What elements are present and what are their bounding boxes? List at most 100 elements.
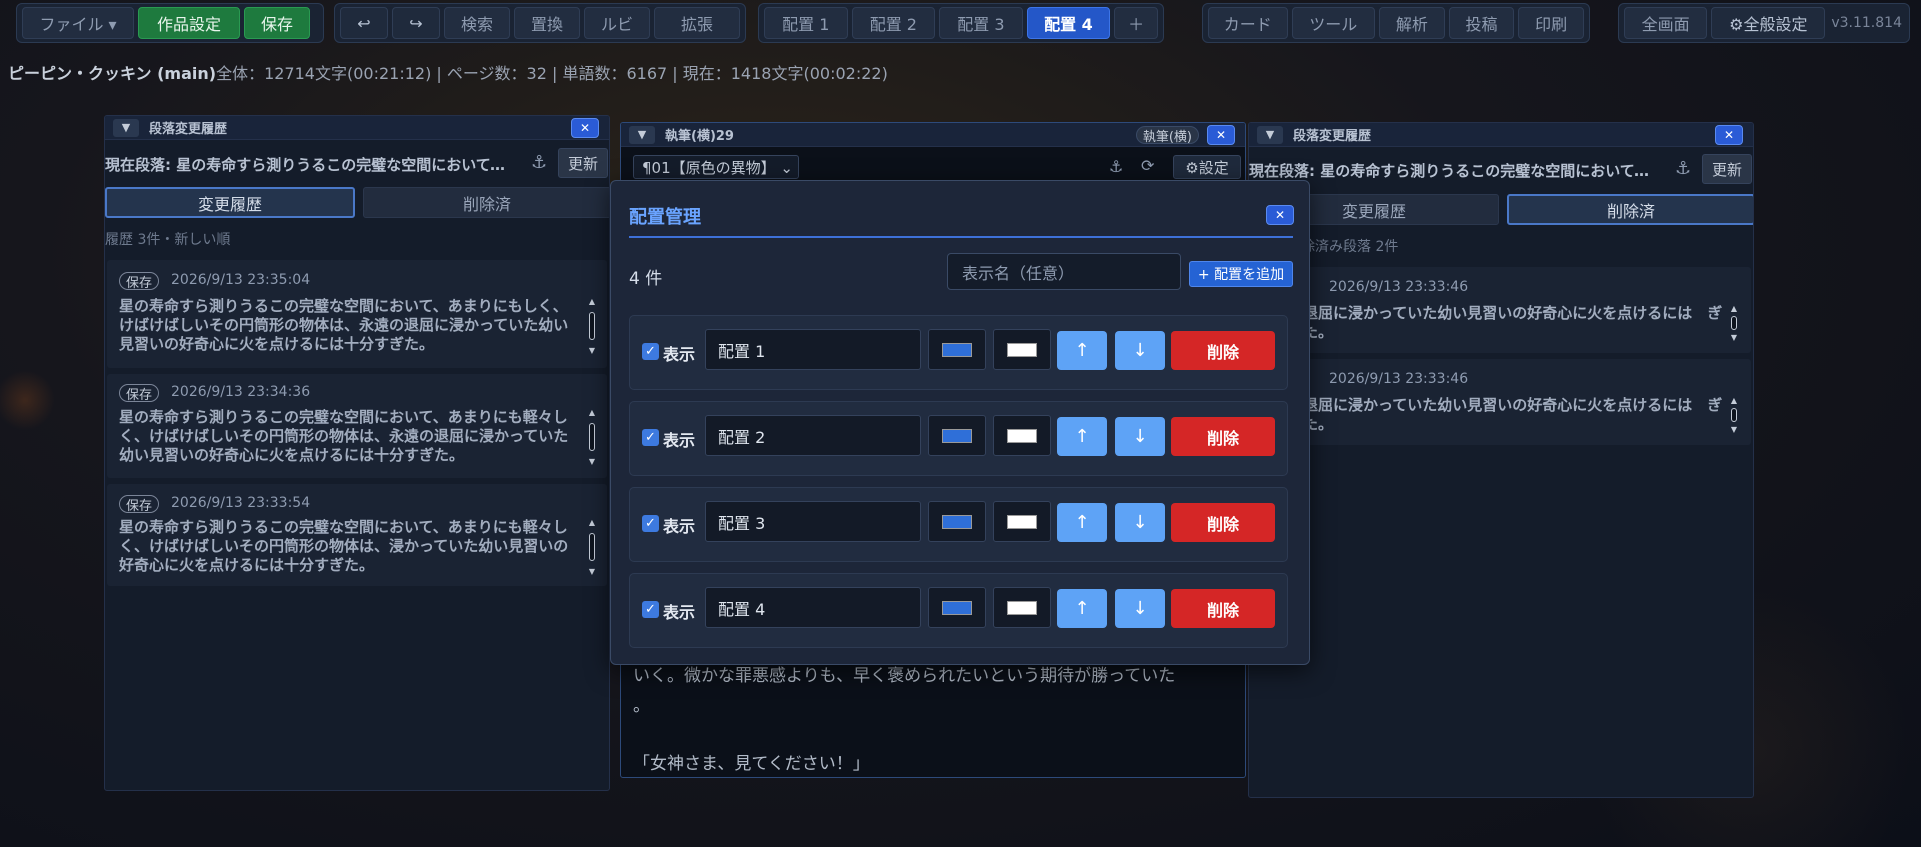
left-panel-header: ▼ 段落変更履歴 ✕ bbox=[105, 116, 609, 140]
status-line: ピーピン・クッキン (main)全体：12714文字(00:21:12) | ペ… bbox=[8, 60, 888, 84]
add-layout-button[interactable]: ＋ bbox=[1114, 7, 1159, 39]
saved-badge: 保存 bbox=[119, 495, 160, 514]
move-down-button[interactable]: ↓ bbox=[1115, 503, 1165, 542]
close-icon[interactable]: ✕ bbox=[571, 118, 599, 138]
collapse-icon[interactable]: ▼ bbox=[113, 118, 139, 137]
color-swatch bbox=[942, 428, 972, 443]
work-settings-button[interactable]: 作品設定 bbox=[138, 7, 240, 39]
print-button[interactable]: 印刷 bbox=[1518, 7, 1584, 39]
delete-button[interactable]: 削除 bbox=[1171, 417, 1275, 456]
layout-row: ✓ 表示 配置 4 ↑ ↓ 削除 bbox=[629, 573, 1288, 648]
text-color-picker[interactable] bbox=[928, 329, 986, 370]
bg-color-picker[interactable] bbox=[993, 415, 1051, 456]
layout-count: 4 件 bbox=[629, 269, 663, 289]
analysis-button[interactable]: 解析 bbox=[1379, 7, 1445, 39]
panel-title: 段落変更履歴 bbox=[1293, 129, 1372, 144]
text-color-picker[interactable] bbox=[928, 587, 986, 628]
text-color-picker[interactable] bbox=[928, 501, 986, 542]
show-checkbox[interactable]: ✓ bbox=[642, 343, 659, 360]
close-icon[interactable]: ✕ bbox=[1266, 205, 1294, 225]
close-icon[interactable]: ✕ bbox=[1207, 125, 1235, 145]
tools-button[interactable]: ツール bbox=[1291, 7, 1376, 39]
color-swatch bbox=[942, 600, 972, 615]
layout-row: ✓ 表示 配置 1 ↑ ↓ 削除 bbox=[629, 315, 1288, 390]
color-swatch bbox=[1007, 342, 1037, 357]
move-up-button[interactable]: ↑ bbox=[1057, 417, 1107, 456]
delete-button[interactable]: 削除 bbox=[1171, 503, 1275, 542]
redo-button[interactable]: ↪ bbox=[392, 7, 440, 39]
add-layout-button[interactable]: + 配置を追加 bbox=[1189, 261, 1293, 287]
deleted-meta: 除済み段落 2件 bbox=[1301, 239, 1399, 255]
anchor-icon[interactable]: ⚓ bbox=[531, 152, 547, 173]
move-down-button[interactable]: ↓ bbox=[1115, 589, 1165, 628]
toolbar-layout-group: 配置 1 配置 2 配置 3 配置 4 ＋ bbox=[758, 3, 1164, 43]
bg-color-picker[interactable] bbox=[993, 501, 1051, 542]
show-label: 表示 bbox=[663, 517, 696, 536]
card-button[interactable]: カード bbox=[1208, 7, 1288, 39]
entry-scrollbar[interactable]: ▲ ▼ bbox=[1728, 304, 1740, 342]
editor-settings-button[interactable]: ⚙設定 bbox=[1173, 155, 1241, 179]
global-settings-button[interactable]: ⚙全般設定 bbox=[1711, 7, 1826, 39]
layout-tab-1[interactable]: 配置 1 bbox=[764, 7, 848, 39]
chapter-select[interactable]: ¶01【原色の異物】 ⌄ bbox=[633, 155, 799, 179]
ruby-button[interactable]: ルビ bbox=[584, 7, 650, 39]
layout-tab-2[interactable]: 配置 2 bbox=[851, 7, 936, 39]
collapse-icon[interactable]: ▼ bbox=[1257, 125, 1283, 144]
display-name-input[interactable]: 表示名（任意） bbox=[947, 253, 1181, 290]
editor-panel-header: ▼ 執筆(横)29 執筆(横) ✕ bbox=[621, 123, 1245, 147]
entry-scrollbar[interactable]: ▲ ▼ bbox=[586, 518, 598, 576]
tab-change-history[interactable]: 変更履歴 bbox=[105, 187, 355, 218]
layout-tab-4[interactable]: 配置 4 bbox=[1026, 7, 1111, 39]
bg-color-picker[interactable] bbox=[993, 329, 1051, 370]
text-color-picker[interactable] bbox=[928, 415, 986, 456]
show-checkbox[interactable]: ✓ bbox=[642, 601, 659, 618]
editor-line[interactable]: 。 bbox=[633, 691, 650, 721]
move-down-button[interactable]: ↓ bbox=[1115, 417, 1165, 456]
mode-badge: 執筆(横) bbox=[1135, 126, 1199, 145]
layout-tab-3[interactable]: 配置 3 bbox=[939, 7, 1023, 39]
move-down-button[interactable]: ↓ bbox=[1115, 331, 1165, 370]
show-checkbox[interactable]: ✓ bbox=[642, 515, 659, 532]
collapse-icon[interactable]: ▼ bbox=[629, 125, 655, 144]
history-meta: 履歴 3件・新しい順 bbox=[105, 232, 231, 248]
layout-name-input[interactable]: 配置 4 bbox=[705, 587, 921, 628]
editor-line[interactable]: いく。微かな罪悪感よりも、早く褒められたいという期待が勝っていた bbox=[633, 661, 1175, 691]
move-up-button[interactable]: ↑ bbox=[1057, 589, 1107, 628]
current-paragraph: 現在段落: 星の寿命すら測りうるこの完璧な空間において、あ… bbox=[1249, 162, 1659, 180]
anchor-icon[interactable]: ⚓ bbox=[1109, 157, 1123, 176]
replace-button[interactable]: 置換 bbox=[514, 7, 580, 39]
toolbar-edit-group: ↩ ↪ 検索 置換 ルビ 拡張 bbox=[334, 3, 746, 43]
close-icon[interactable]: ✕ bbox=[1715, 125, 1743, 145]
layout-name-input[interactable]: 配置 2 bbox=[705, 415, 921, 456]
layout-name-input[interactable]: 配置 3 bbox=[705, 501, 921, 542]
show-checkbox[interactable]: ✓ bbox=[642, 429, 659, 446]
delete-button[interactable]: 削除 bbox=[1171, 331, 1275, 370]
editor-line[interactable]: 「女神さま、見てください！」 bbox=[633, 749, 870, 777]
undo-button[interactable]: ↩ bbox=[340, 7, 388, 39]
current-paragraph: 現在段落: 星の寿命すら測りうるこの完璧な空間において、あ… bbox=[105, 156, 515, 174]
saved-badge: 保存 bbox=[119, 272, 160, 291]
dialog-title: 配置管理 bbox=[629, 207, 701, 228]
layout-name-input[interactable]: 配置 1 bbox=[705, 329, 921, 370]
delete-button[interactable]: 削除 bbox=[1171, 589, 1275, 628]
bg-color-picker[interactable] bbox=[993, 587, 1051, 628]
fullscreen-button[interactable]: 全画面 bbox=[1624, 7, 1708, 39]
entry-scrollbar[interactable]: ▲ ▼ bbox=[586, 297, 598, 355]
anchor-icon[interactable]: ⚓ bbox=[1675, 158, 1691, 179]
version-label: v3.11.814 bbox=[1831, 15, 1902, 31]
save-button[interactable]: 保存 bbox=[244, 7, 310, 39]
move-up-button[interactable]: ↑ bbox=[1057, 503, 1107, 542]
refresh-button[interactable]: 更新 bbox=[558, 148, 608, 178]
post-button[interactable]: 投稿 bbox=[1448, 7, 1515, 39]
refresh-button[interactable]: 更新 bbox=[1702, 154, 1752, 184]
entry-scrollbar[interactable]: ▲ ▼ bbox=[1728, 396, 1740, 434]
entry-scrollbar[interactable]: ▲ ▼ bbox=[586, 408, 598, 466]
file-menu-button[interactable]: ファイル ▾ bbox=[22, 7, 134, 39]
entry-text: 退屈に浸かっていた幼い見習いの好奇心に火を点けるには ぎた。 bbox=[1303, 396, 1723, 433]
search-button[interactable]: 検索 bbox=[444, 7, 510, 39]
tab-deleted[interactable]: 削除済 bbox=[1507, 194, 1753, 225]
reload-icon[interactable]: ⟳ bbox=[1141, 156, 1154, 175]
tab-deleted[interactable]: 削除済 bbox=[363, 187, 609, 218]
move-up-button[interactable]: ↑ bbox=[1057, 331, 1107, 370]
extend-button[interactable]: 拡張 bbox=[654, 7, 740, 39]
